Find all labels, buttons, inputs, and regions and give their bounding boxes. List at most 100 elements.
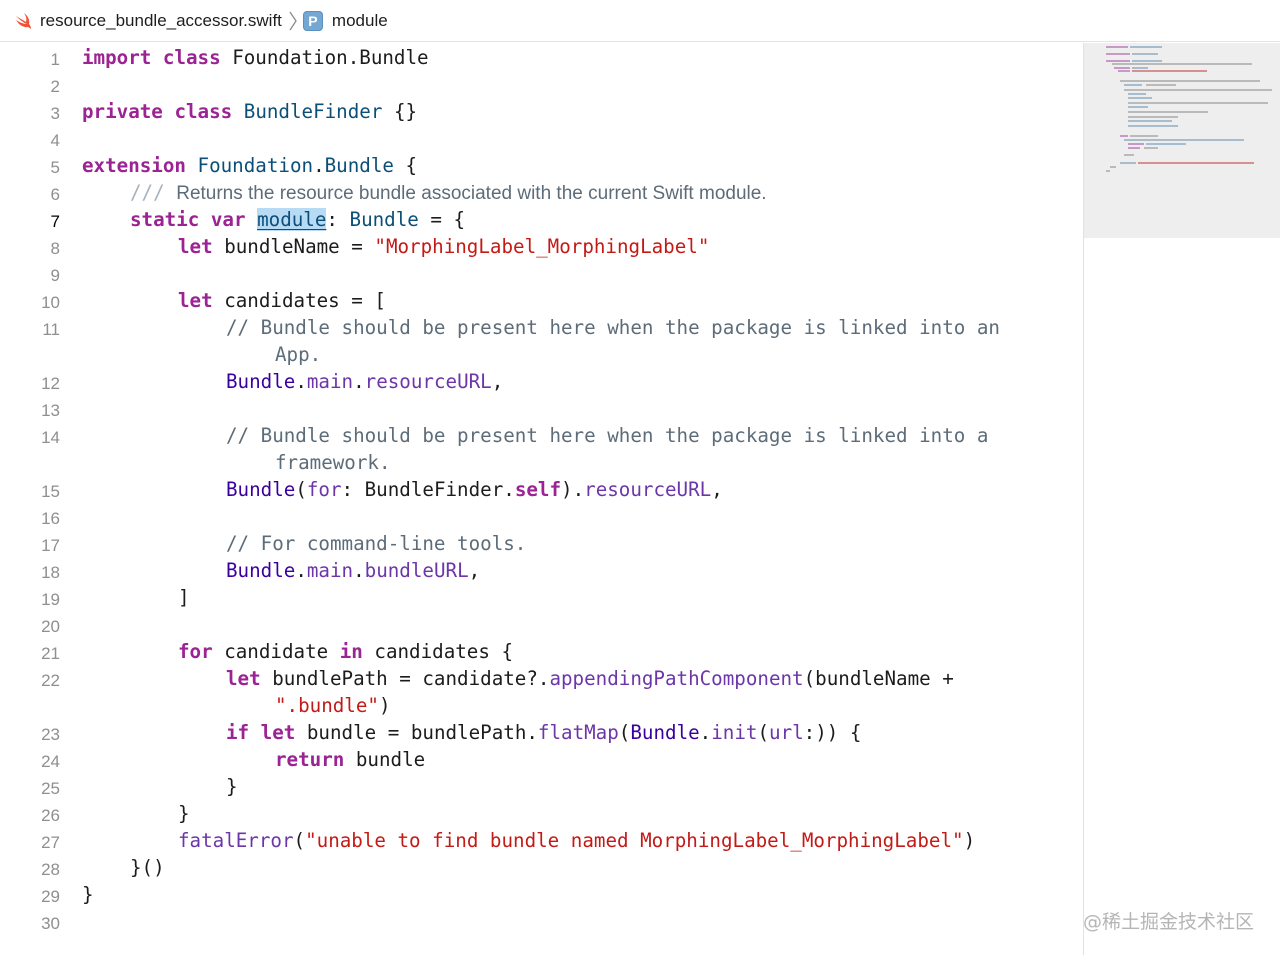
minimap-line	[1132, 53, 1158, 55]
keyword: return	[275, 748, 345, 771]
argument-label: url	[769, 721, 804, 744]
keyword: extension	[82, 154, 186, 177]
code-text: = {	[418, 208, 466, 231]
code-text: }	[178, 802, 190, 825]
minimap-line	[1128, 147, 1140, 149]
code-line[interactable]: Bundle.main.resourceURL,	[0, 368, 1083, 395]
code-text: ,	[468, 559, 481, 582]
comment: // For command-line tools.	[226, 532, 527, 555]
minimap-line	[1144, 147, 1158, 149]
minimap[interactable]	[1084, 43, 1280, 955]
code-line[interactable]: }()	[0, 854, 1083, 881]
code-text: bundle = bundlePath.	[295, 721, 538, 744]
code-line[interactable]: if let bundle = bundlePath.flatMap(Bundl…	[0, 719, 1083, 746]
code-text: bundle	[344, 748, 426, 771]
code-line[interactable]: }	[0, 881, 1083, 908]
member-name: resourceURL	[584, 478, 712, 501]
code-line[interactable]: private class BundleFinder {}	[0, 98, 1083, 125]
code-line[interactable]: let candidates = [	[0, 287, 1083, 314]
property-symbol-icon: P	[302, 10, 323, 31]
watermark: @稀土掘金技术社区	[1082, 911, 1254, 933]
minimap-line	[1128, 120, 1172, 122]
code-text: }()	[130, 856, 165, 879]
code-text: ,	[711, 478, 723, 501]
code-line-wrapped[interactable]: ".bundle")	[0, 692, 1083, 719]
code-text: candidate	[212, 640, 340, 663]
member-name: main	[306, 370, 354, 393]
code-text: (	[757, 721, 770, 744]
code-line[interactable]: fatalError("unable to find bundle named …	[0, 827, 1083, 854]
code-text: (	[618, 721, 631, 744]
line-number: 4	[50, 131, 60, 150]
keyword: var	[210, 208, 246, 231]
minimap-line	[1124, 84, 1142, 86]
code-editor[interactable]: 1 2 3 4 5 6 7 8 9 10 11 12 13 14 15 16 17 18 19 20 21 22 23 24 2…	[0, 43, 1083, 955]
swift-icon	[16, 12, 31, 29]
keyword: static	[130, 208, 200, 231]
code-line[interactable]: let bundleName = "MorphingLabel_Morphing…	[0, 233, 1083, 260]
code-line[interactable]: Bundle.main.bundleURL,	[0, 557, 1083, 584]
keyword: let	[260, 721, 296, 744]
class-name: Bundle	[226, 478, 296, 501]
member-name: init	[711, 721, 758, 744]
code-text: {}	[382, 100, 418, 123]
string-literal: "MorphingLabel_MorphingLabel"	[374, 235, 710, 258]
member-name: appendingPathComponent	[549, 667, 804, 690]
doc-comment-text: Returns the resource bundle associated w…	[176, 183, 767, 204]
keyword: class	[174, 100, 233, 123]
comment-line[interactable]: // For command-line tools.	[0, 530, 1083, 557]
code-line[interactable]: for candidate in candidates {	[0, 638, 1083, 665]
minimap-line	[1124, 154, 1134, 156]
code-text: }	[226, 775, 238, 798]
code-line[interactable]: let bundlePath = candidate?.appendingPat…	[0, 665, 1083, 692]
member-name: main	[306, 559, 354, 582]
comment: // Bundle should be present here when th…	[226, 316, 1000, 339]
minimap-line	[1138, 162, 1254, 164]
member-name: bundleURL	[364, 559, 469, 582]
code-line[interactable]: }	[0, 773, 1083, 800]
code-text: ).	[561, 478, 585, 501]
minimap-line	[1128, 143, 1144, 145]
type-name: Foundation	[197, 154, 314, 177]
type-name: Bundle	[324, 154, 394, 177]
keyword: let	[226, 667, 261, 690]
selected-symbol-module[interactable]: module	[257, 208, 327, 231]
keyword: let	[178, 235, 213, 258]
comment: // Bundle should be present here when th…	[226, 424, 989, 447]
code-text: :	[326, 208, 338, 231]
code-line[interactable]: ]	[0, 584, 1083, 611]
file-breadcrumb[interactable]: resource_bundle_accessor.swift	[40, 11, 282, 31]
comment-line[interactable]: // Bundle should be present here when th…	[0, 422, 1083, 449]
code-text: ]	[178, 586, 190, 609]
minimap-line	[1146, 84, 1176, 86]
member-name: flatMap	[537, 721, 619, 744]
keyword: in	[339, 640, 363, 663]
code-text: (	[293, 829, 306, 852]
minimap-line	[1132, 67, 1148, 69]
doc-comment-line[interactable]: /// Returns the resource bundle associat…	[0, 179, 1083, 206]
keyword: import	[82, 46, 152, 69]
code-line[interactable]: import class Foundation.Bundle	[0, 44, 1083, 71]
comment-line-wrapped[interactable]: App.	[0, 341, 1083, 368]
minimap-line	[1128, 102, 1268, 104]
symbol-breadcrumb[interactable]: module	[332, 11, 388, 31]
code-line-current[interactable]: static var module: Bundle = {	[0, 206, 1083, 233]
minimap-line	[1128, 125, 1178, 127]
keyword: class	[162, 46, 221, 69]
keyword: self	[514, 478, 562, 501]
minimap-line	[1146, 143, 1186, 145]
comment-line[interactable]: // Bundle should be present here when th…	[0, 314, 1083, 341]
comment: framework.	[275, 451, 391, 474]
code-line[interactable]: return bundle	[0, 746, 1083, 773]
code-text: .	[313, 154, 325, 177]
minimap-line	[1106, 53, 1130, 55]
chevron-right-icon	[289, 11, 297, 30]
code-text: )	[963, 829, 976, 852]
code-line[interactable]: Bundle(for: BundleFinder.self).resourceU…	[0, 476, 1083, 503]
minimap-line	[1120, 135, 1128, 137]
code-line[interactable]: extension Foundation.Bundle {	[0, 152, 1083, 179]
minimap-line	[1110, 166, 1116, 168]
comment-line-wrapped[interactable]: framework.	[0, 449, 1083, 476]
code-line[interactable]: }	[0, 800, 1083, 827]
code-text: {	[393, 154, 418, 177]
